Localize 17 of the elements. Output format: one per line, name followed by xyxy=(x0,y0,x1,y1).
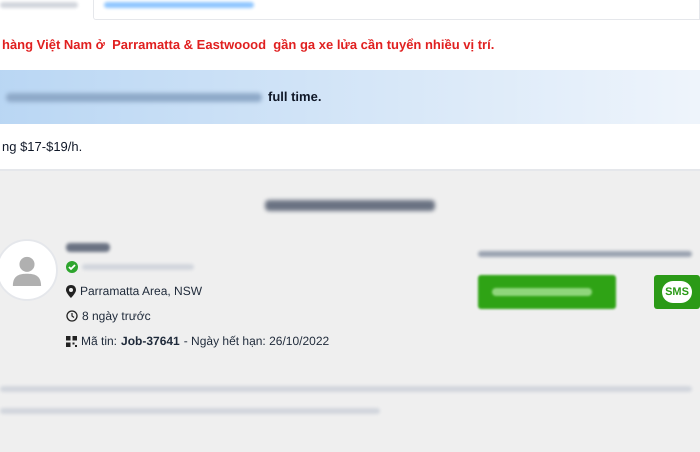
sms-button[interactable]: SMS xyxy=(654,275,700,309)
posted-time: 8 ngày trước xyxy=(82,308,151,325)
expiry-date: - Ngày hết hạn: 26/10/2022 xyxy=(184,333,330,350)
wage-text: ng $17-$19/h. xyxy=(2,138,82,156)
headline-text: hàng Việt Nam ở Parramatta & Eastwoood gần ga xe lửa cần tuyển nhiều vị trí. xyxy=(2,36,494,54)
check-icon xyxy=(66,261,78,273)
qr-code-icon xyxy=(66,336,77,346)
highlight-emphasis: full time. xyxy=(268,88,322,106)
map-pin-icon xyxy=(66,284,76,298)
clock-icon xyxy=(66,310,78,322)
job-code: Job-37641 xyxy=(121,333,180,350)
person-icon xyxy=(11,254,43,286)
phone-button[interactable] xyxy=(478,275,616,309)
job-code-label: Mã tin: xyxy=(81,333,118,350)
blurred-link[interactable] xyxy=(104,2,254,8)
blurred-name xyxy=(66,243,110,252)
location-text: Parramatta Area, NSW xyxy=(80,283,202,300)
